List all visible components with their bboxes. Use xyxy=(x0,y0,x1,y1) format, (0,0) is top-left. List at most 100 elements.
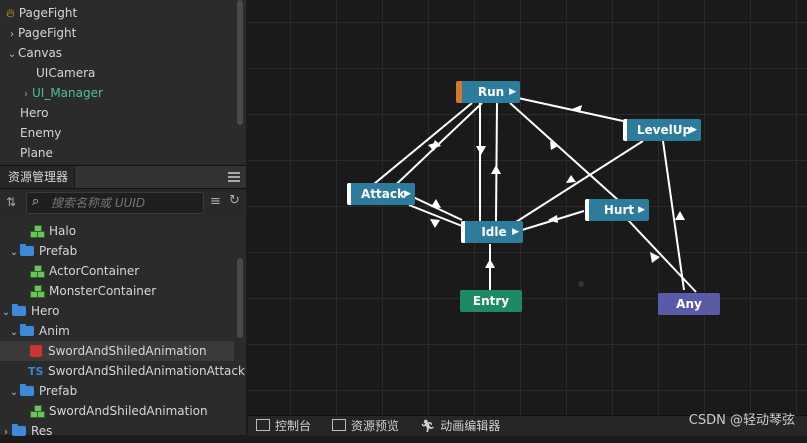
transition-idle-run[interactable] xyxy=(495,102,498,222)
state-node-label: Hurt xyxy=(603,203,635,217)
asset-folder-hero[interactable]: ⌄ Hero xyxy=(0,301,59,321)
assets-search-box[interactable]: ⌕ xyxy=(26,192,204,214)
typescript-icon: TS xyxy=(28,365,44,378)
asset-item-swordandshiledanimation-prefab[interactable]: SwordAndShiledAnimation xyxy=(30,401,208,421)
hierarchy-item-plane[interactable]: Plane xyxy=(20,143,53,163)
hierarchy-item-pagefight-scene[interactable]: 🔥︎ PageFight xyxy=(6,3,77,23)
assets-panel-tab[interactable]: 资源管理器 xyxy=(0,166,75,188)
state-node-label: Run xyxy=(477,85,505,99)
hierarchy-scrollbar[interactable] xyxy=(237,0,243,125)
menu-icon[interactable] xyxy=(228,170,240,184)
chevron-right-icon[interactable]: › xyxy=(0,423,12,443)
asset-item-label: Prefab xyxy=(39,384,78,398)
transition-arrows xyxy=(373,97,697,293)
folder-icon xyxy=(20,244,34,256)
asset-item-label: Anim xyxy=(39,324,70,338)
hierarchy-item-uicamera[interactable]: UICamera xyxy=(36,63,95,83)
state-node-entry[interactable]: Entry xyxy=(460,290,522,312)
play-icon: ▶ xyxy=(404,189,411,199)
running-man-icon: 🏃︎ xyxy=(420,419,436,433)
assets-search-row: ⇅ ⌕ ≡ ↻ xyxy=(0,189,246,217)
asset-item-swordandshiledanimationattack[interactable]: TS SwordAndShiledAnimationAttack xyxy=(28,361,245,381)
tab-animation-editor[interactable]: 🏃︎ 动画编辑器 xyxy=(420,416,500,436)
chevron-down-icon[interactable]: ⌄ xyxy=(8,243,20,263)
arrowhead xyxy=(675,211,685,220)
prefab-icon xyxy=(30,405,45,418)
prefab-icon xyxy=(30,225,45,238)
chevron-down-icon[interactable]: ⌄ xyxy=(0,303,12,323)
asset-item-label: Hero xyxy=(31,304,60,318)
asset-item-label: MonsterContainer xyxy=(49,284,157,298)
asset-item-swordandshiledanimation-clip[interactable]: SwordAndShiledAnimation xyxy=(0,341,234,361)
state-node-idle[interactable]: Idle ▶ xyxy=(461,221,523,243)
chevron-right-icon[interactable]: › xyxy=(20,85,32,105)
arrowhead xyxy=(491,165,501,174)
play-icon: ▶ xyxy=(638,205,645,215)
asset-item-label: Prefab xyxy=(39,244,78,258)
preview-icon xyxy=(332,419,346,431)
console-icon xyxy=(256,419,270,431)
hierarchy-item-label: Plane xyxy=(20,146,53,160)
transition-run-attack[interactable] xyxy=(373,102,473,185)
chevron-down-icon[interactable]: ⌄ xyxy=(8,383,20,403)
asset-item-label: SwordAndShiledAnimationAttack xyxy=(48,364,245,378)
state-node-label: Entry xyxy=(472,294,510,308)
asset-folder-anim[interactable]: ⌄ Anim xyxy=(8,321,70,341)
hierarchy-item-ui-manager[interactable]: › UI_Manager xyxy=(20,83,103,103)
transition-hurt-any[interactable] xyxy=(627,219,697,293)
hierarchy-item-enemy[interactable]: Enemy xyxy=(20,123,61,143)
hierarchy-item-label: PageFight xyxy=(18,26,77,40)
state-node-run[interactable]: Run ▶ xyxy=(456,81,520,103)
asset-item-label: ActorContainer xyxy=(49,264,140,278)
watermark: CSDN @轻动琴弦 xyxy=(688,413,795,428)
play-icon: ▶ xyxy=(512,227,519,237)
play-icon: ▶ xyxy=(690,125,697,135)
hierarchy-panel: 🔥︎ PageFight › PageFight ⌄ Canvas UICamera … xyxy=(0,0,246,163)
assets-scrollbar[interactable] xyxy=(237,258,243,338)
collapse-all-icon[interactable]: ≡ xyxy=(210,194,221,209)
chevron-down-icon[interactable]: ⌄ xyxy=(8,323,20,343)
assets-panel-header: 资源管理器 xyxy=(0,165,246,189)
asset-item-actorcontainer[interactable]: ActorContainer xyxy=(30,261,139,281)
chevron-right-icon[interactable]: › xyxy=(6,25,18,45)
sort-icon[interactable]: ⇅ xyxy=(6,195,16,209)
fire-icon: 🔥︎ xyxy=(6,6,15,20)
tab-asset-preview[interactable]: 资源预览 xyxy=(332,416,399,436)
state-node-levelup[interactable]: LevelUp ▶ xyxy=(623,119,701,141)
tab-label: 动画编辑器 xyxy=(440,419,501,433)
hierarchy-item-label: UICamera xyxy=(36,66,96,80)
asset-folder-prefab-2[interactable]: ⌄ Prefab xyxy=(8,381,77,401)
search-icon: ⌕ xyxy=(32,194,40,209)
state-node-attack[interactable]: Attack ▶ xyxy=(347,183,415,205)
hierarchy-item-label: Canvas xyxy=(18,46,63,60)
transition-levelup-run[interactable] xyxy=(517,97,624,122)
chevron-down-icon[interactable]: ⌄ xyxy=(6,45,18,65)
state-node-any[interactable]: Any xyxy=(658,293,720,315)
asset-item-monstercontainer[interactable]: MonsterContainer xyxy=(30,281,156,301)
folder-icon xyxy=(20,324,34,336)
prefab-icon xyxy=(30,285,45,298)
assets-search-input[interactable] xyxy=(51,195,199,211)
tab-console[interactable]: 控制台 xyxy=(256,416,311,436)
state-node-label: Idle xyxy=(481,225,507,239)
hierarchy-item-label: Hero xyxy=(20,106,49,120)
hierarchy-item-hero[interactable]: Hero xyxy=(20,103,48,123)
asset-item-halo[interactable]: Halo xyxy=(30,221,76,241)
asset-folder-prefab[interactable]: ⌄ Prefab xyxy=(8,241,77,261)
asset-item-label: SwordAndShiledAnimation xyxy=(48,344,207,358)
state-node-label: LevelUp xyxy=(636,123,692,137)
animation-state-graph[interactable]: Run ▶ LevelUp ▶ Attack ▶ Hurt ▶ Idle ▶ Entry … xyxy=(248,0,807,415)
animation-clip-icon xyxy=(30,345,42,357)
state-node-hurt[interactable]: Hurt ▶ xyxy=(585,199,649,221)
assets-tree: Halo ⌄ Prefab ActorContainer MonsterConta… xyxy=(0,218,246,438)
hierarchy-item-canvas[interactable]: ⌄ Canvas xyxy=(6,43,62,63)
hierarchy-item-label: UI_Manager xyxy=(32,86,103,100)
prefab-icon xyxy=(30,265,45,278)
hierarchy-item-pagefight[interactable]: › PageFight xyxy=(6,23,76,43)
graph-origin-marker xyxy=(578,281,584,287)
transition-run-hurt[interactable] xyxy=(509,102,619,201)
asset-folder-res[interactable]: › Res xyxy=(0,421,52,441)
state-node-label: Attack xyxy=(361,187,405,201)
refresh-icon[interactable]: ↻ xyxy=(229,193,240,208)
arrowhead xyxy=(431,199,441,208)
